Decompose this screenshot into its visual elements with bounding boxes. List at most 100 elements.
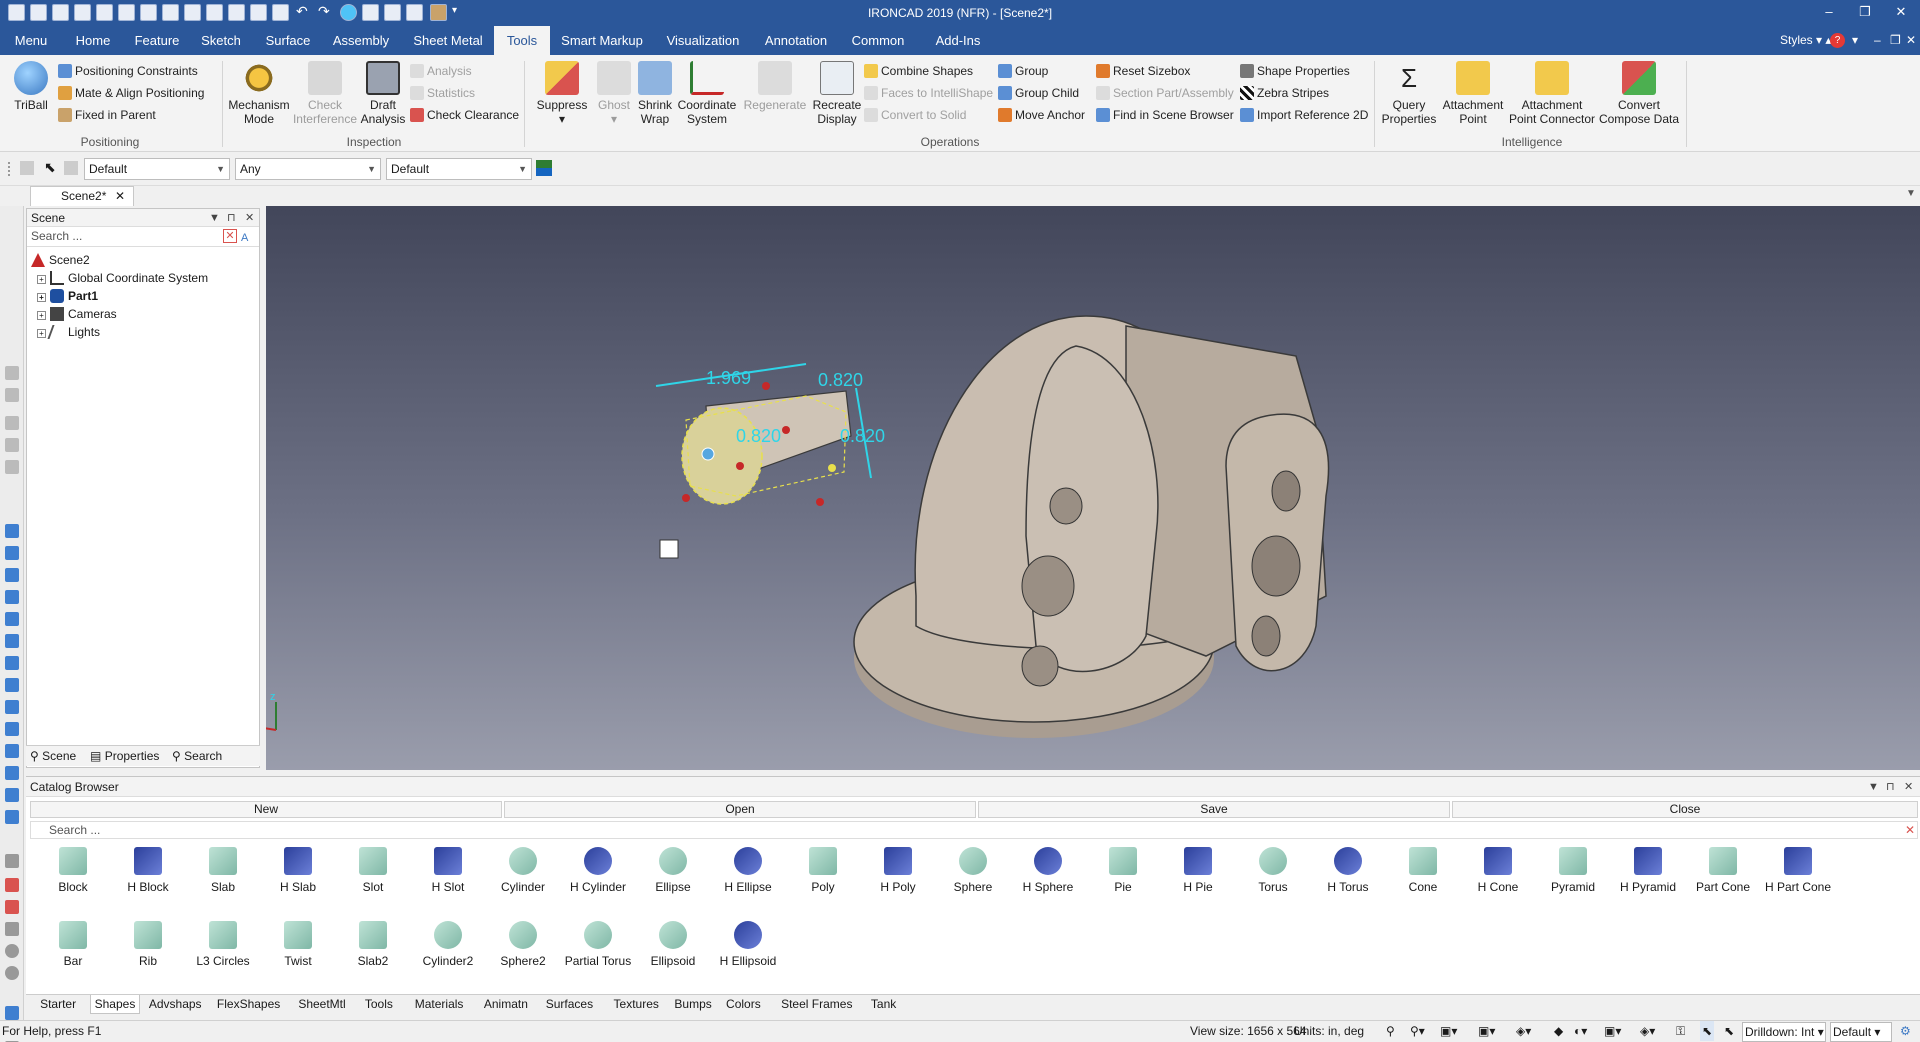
expand-icon[interactable]: +	[37, 311, 46, 320]
shading-icon[interactable]: ◈▾	[1640, 1021, 1655, 1041]
coordinate-system-button[interactable]: Coordinate System	[676, 61, 738, 126]
fixed-in-parent-button[interactable]: Fixed in Parent	[58, 105, 156, 125]
tree-item-scene2[interactable]: Scene2	[31, 251, 259, 269]
expand-icon[interactable]: +	[37, 293, 46, 302]
positioning-constraints-button[interactable]: Positioning Constraints	[58, 61, 198, 81]
query-properties-button[interactable]: Σ Query Properties	[1380, 61, 1438, 126]
tab-scene[interactable]: ⚲ Scene	[30, 748, 76, 764]
tab-menu[interactable]: Menu	[8, 26, 54, 55]
face-move-icon[interactable]	[5, 766, 19, 780]
find-in-scene-button[interactable]: Find in Scene Browser	[1096, 105, 1234, 125]
sizebox-handle[interactable]	[816, 498, 824, 506]
mate-align-button[interactable]: Mate & Align Positioning	[58, 83, 204, 103]
sizebox-handle[interactable]	[782, 426, 790, 434]
catalog-shape-item[interactable]: H Cylinder	[561, 847, 635, 894]
catalog-shape-item[interactable]: H Slab	[261, 847, 335, 894]
catalog-shape-item[interactable]: Slab	[186, 847, 260, 894]
pointer-icon[interactable]: ⬉	[44, 159, 56, 176]
catalog-shape-item[interactable]: Partial Torus	[561, 921, 635, 968]
tab-list-dropdown-icon[interactable]: ▼	[1906, 188, 1916, 199]
strip-tool-icon[interactable]	[5, 416, 19, 430]
catalog-shape-item[interactable]: Sphere2	[486, 921, 560, 968]
catalog-shape-item[interactable]: H Pyramid	[1611, 847, 1685, 894]
attachment-point-button[interactable]: Attachment Point	[1440, 61, 1506, 126]
clear-search-icon[interactable]: ✕	[1905, 822, 1915, 838]
catalog-save-button[interactable]: Save	[978, 801, 1450, 818]
shell-icon[interactable]	[5, 700, 19, 714]
slab-shape-icon[interactable]	[5, 546, 19, 560]
sketch-tool-icon[interactable]	[5, 900, 19, 914]
dimension-label[interactable]: 1.969	[706, 368, 751, 388]
tab-sketch[interactable]: Sketch	[196, 26, 246, 55]
strip-tool-icon[interactable]	[5, 366, 19, 380]
lock-icon[interactable]: ⚿	[1676, 1021, 1685, 1041]
render-icon[interactable]: ▣▾	[1478, 1021, 1495, 1041]
dimension-label[interactable]: 0.820	[736, 426, 781, 446]
search-options-icon[interactable]: A	[241, 229, 248, 248]
pointer-icon[interactable]: ⬉	[1724, 1021, 1734, 1041]
catalog-shape-item[interactable]: H Part Cone	[1761, 847, 1835, 894]
triball-button[interactable]: TriBall	[8, 61, 54, 112]
clear-search-icon[interactable]: ✕	[223, 229, 237, 243]
styles-menu[interactable]: Styles ▾ ▴	[1780, 26, 1831, 55]
style-combo[interactable]: Default ▼	[84, 158, 230, 180]
catalog-tab[interactable]: SheetMtl	[291, 995, 354, 1014]
catalog-tab[interactable]: Animatn	[478, 995, 534, 1014]
expand-icon[interactable]: +	[37, 275, 46, 284]
close-icon[interactable]: ✕	[1904, 777, 1913, 797]
import-reference-2d-button[interactable]: Import Reference 2D	[1240, 105, 1368, 125]
chamfer-icon[interactable]	[5, 744, 19, 758]
catalog-shape-item[interactable]: H Poly	[861, 847, 935, 894]
close-icon[interactable]: ✕	[245, 209, 254, 227]
dimension-label[interactable]: 0.820	[840, 426, 885, 446]
sweep-icon[interactable]	[5, 656, 19, 670]
blend-icon[interactable]	[5, 722, 19, 736]
no-entry-icon[interactable]	[5, 966, 19, 980]
sizebox-handle[interactable]	[682, 494, 690, 502]
3d-viewport[interactable]: 1.969 0.820 0.820 0.820 z	[263, 206, 1920, 770]
catalog-shape-item[interactable]: Pyramid	[1536, 847, 1610, 894]
catalog-tab[interactable]: Shapes	[90, 995, 140, 1014]
statistics-button[interactable]: Statistics	[410, 83, 475, 103]
catalog-shape-item[interactable]: Cylinder2	[411, 921, 485, 968]
tab-tools[interactable]: Tools	[494, 26, 550, 55]
strip-tool-icon[interactable]	[5, 388, 19, 402]
catalog-shape-item[interactable]: H Torus	[1311, 847, 1385, 894]
analysis-button[interactable]: Analysis	[410, 61, 472, 81]
ribbon-close-icon[interactable]: ✕	[1906, 26, 1916, 55]
catalog-shape-item[interactable]: L3 Circles	[186, 921, 260, 968]
check-interference-button[interactable]: Check Interference	[292, 61, 358, 126]
catalog-tab[interactable]: FlexShapes	[211, 995, 287, 1014]
scene-search-input[interactable]: Search ...	[31, 229, 82, 243]
pin-icon[interactable]: ⊓	[1886, 777, 1895, 797]
dimension-label[interactable]: 0.820	[818, 370, 863, 390]
catalog-search-input[interactable]: Search ...	[49, 823, 100, 837]
tab-visualization[interactable]: Visualization	[660, 26, 746, 55]
extrude-icon[interactable]	[5, 612, 19, 626]
tab-add-ins[interactable]: Add-Ins	[924, 26, 992, 55]
catalog-shape-item[interactable]: H Slot	[411, 847, 485, 894]
part-model[interactable]: 1.969 0.820 0.820 0.820 z	[263, 206, 1920, 770]
anchor-handle[interactable]	[701, 447, 715, 461]
help-icon[interactable]: ?	[1830, 33, 1845, 48]
select-icon[interactable]: ⬉	[1700, 1021, 1715, 1041]
cylinder-shape-icon[interactable]	[5, 590, 19, 604]
catalog-tab[interactable]: Steel Frames	[772, 995, 861, 1014]
close-tab-icon[interactable]: ✕	[115, 187, 125, 206]
catalog-tab[interactable]: Advshaps	[144, 995, 207, 1014]
shape-properties-button[interactable]: Shape Properties	[1240, 61, 1350, 81]
tab-common[interactable]: Common	[846, 26, 910, 55]
ribbon-minimize-icon[interactable]: –	[1874, 26, 1881, 55]
tab-properties[interactable]: ▤ Properties	[90, 748, 159, 764]
pin-icon[interactable]: ⊓	[227, 209, 236, 227]
suppress-button[interactable]: Suppress ▾	[532, 61, 592, 126]
camera-tool-icon[interactable]: ◐▾	[1574, 1021, 1587, 1041]
tab-annotation[interactable]: Annotation	[758, 26, 834, 55]
catalog-tab[interactable]: Colors	[719, 995, 769, 1014]
regenerate-button[interactable]: Regenerate	[740, 61, 810, 112]
catalog-open-button[interactable]: Open	[504, 801, 976, 818]
catalog-close-button[interactable]: Close	[1452, 801, 1918, 818]
faces-to-intellishape-button[interactable]: Faces to IntelliShape	[864, 83, 993, 103]
mirror-icon[interactable]	[5, 810, 19, 824]
chevron-down-icon[interactable]: ▼	[209, 209, 220, 227]
